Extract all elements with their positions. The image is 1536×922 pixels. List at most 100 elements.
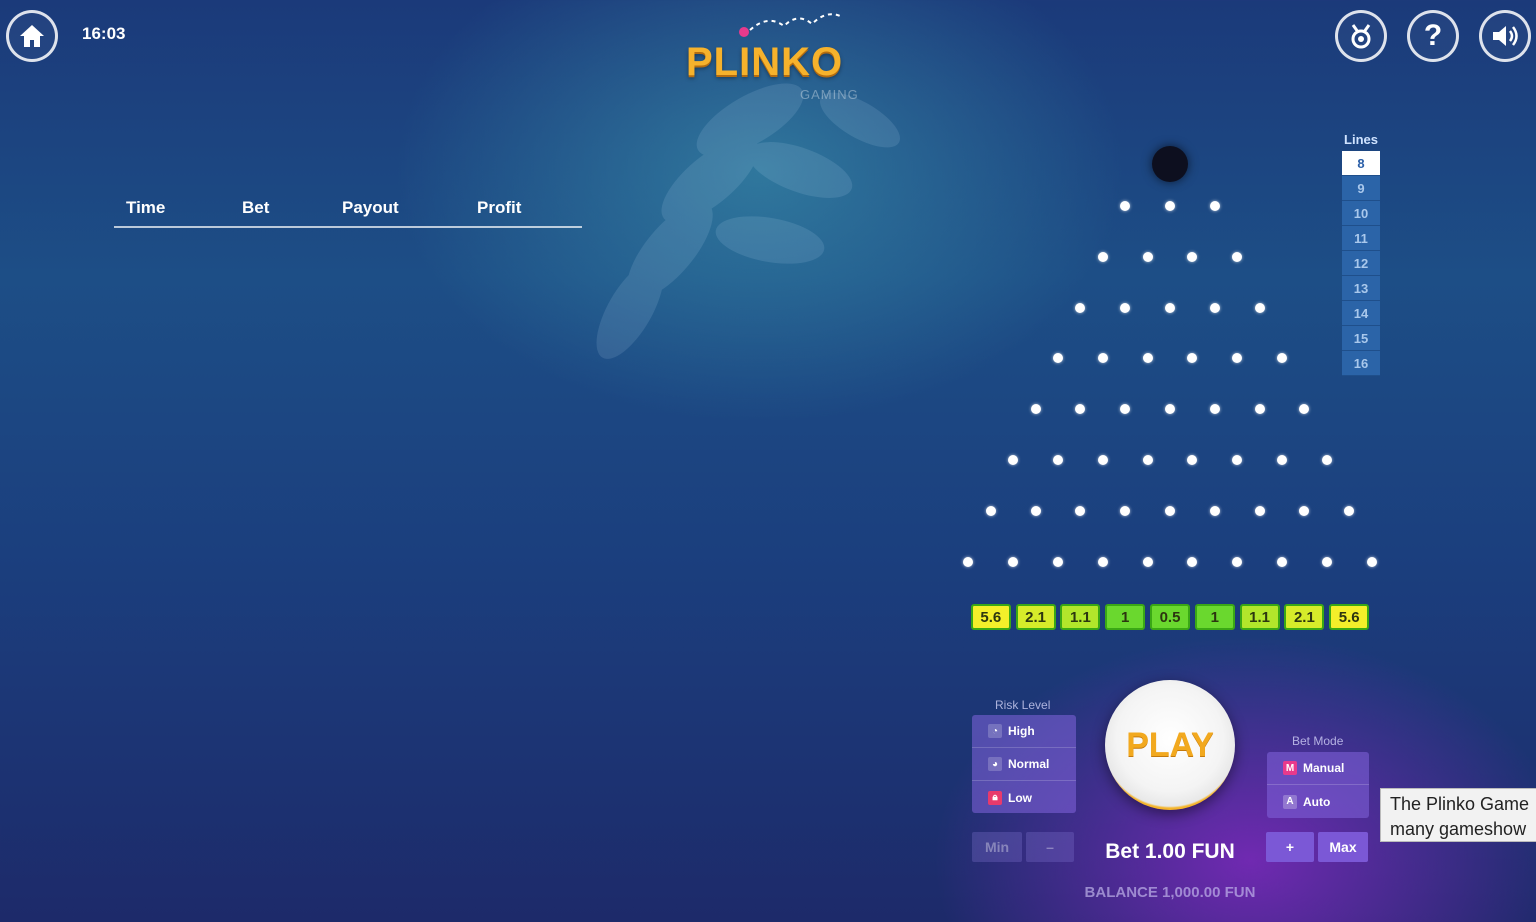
manual-badge-icon: M bbox=[1283, 761, 1297, 775]
gauge-high-icon: ◔ bbox=[988, 724, 1002, 738]
risk-option-label: High bbox=[1008, 724, 1035, 738]
leaderboard-button[interactable] bbox=[1335, 10, 1387, 62]
auto-badge-icon: A bbox=[1283, 794, 1297, 809]
multiplier-slot: 5.6 bbox=[1329, 604, 1370, 630]
peg bbox=[1209, 302, 1220, 313]
gauge-normal-icon: ◕ bbox=[988, 757, 1002, 771]
multiplier-slot: 1.1 bbox=[1060, 604, 1101, 630]
risk-option-high[interactable]: ◔ High bbox=[972, 715, 1076, 748]
peg bbox=[1097, 251, 1108, 262]
tooltip-popup: The Plinko Game many gameshow bbox=[1380, 788, 1536, 842]
bet-mode-label: Auto bbox=[1303, 794, 1331, 809]
peg bbox=[1187, 455, 1198, 465]
peg bbox=[1187, 251, 1198, 262]
peg bbox=[985, 505, 996, 516]
peg bbox=[963, 556, 974, 567]
multiplier-slot: 1.1 bbox=[1239, 604, 1280, 630]
peg bbox=[1254, 505, 1265, 516]
plinko-board: 5.6 2.1 1.1 1 0.5 1 1.1 2.1 5.6 bbox=[960, 140, 1380, 640]
peg bbox=[1277, 556, 1287, 567]
sound-button[interactable] bbox=[1479, 10, 1531, 62]
peg bbox=[1142, 556, 1153, 567]
trophy-icon bbox=[1351, 24, 1371, 49]
logo-subtitle: GAMING bbox=[800, 87, 859, 102]
peg bbox=[1344, 505, 1355, 516]
peg bbox=[1120, 505, 1131, 516]
peg bbox=[1299, 505, 1310, 516]
multiplier-slot: 1 bbox=[1194, 604, 1235, 630]
tooltip-line-2: many gameshow bbox=[1390, 819, 1527, 839]
peg bbox=[1008, 556, 1019, 567]
peg bbox=[1075, 404, 1086, 415]
history-col-profit: Profit bbox=[477, 198, 522, 217]
peg bbox=[1120, 201, 1131, 211]
peg bbox=[1075, 302, 1086, 313]
play-button[interactable]: PLAY bbox=[1105, 680, 1235, 810]
peg bbox=[1254, 404, 1265, 415]
balance-display: BALANCE 1,000.00 FUN bbox=[1084, 884, 1256, 901]
peg bbox=[1097, 556, 1108, 567]
min-bet-button[interactable]: Min bbox=[972, 832, 1022, 862]
peg bbox=[1008, 455, 1019, 465]
peg bbox=[1030, 505, 1041, 516]
help-button[interactable]: ? bbox=[1407, 10, 1459, 62]
peg bbox=[1142, 251, 1153, 262]
multiplier-slot: 5.6 bbox=[970, 604, 1011, 630]
risk-option-label: Low bbox=[1008, 790, 1032, 805]
multiplier-slot: 2.1 bbox=[1015, 604, 1056, 630]
peg bbox=[1299, 404, 1310, 415]
multiplier-slot: 2.1 bbox=[1284, 604, 1325, 630]
sound-icon bbox=[1493, 26, 1518, 46]
clock-time: 16:03 bbox=[82, 24, 126, 43]
peg bbox=[1120, 302, 1131, 313]
bet-mode-manual[interactable]: M Manual bbox=[1267, 752, 1369, 785]
peg bbox=[1142, 455, 1153, 465]
peg bbox=[1075, 505, 1086, 516]
peg bbox=[1142, 353, 1153, 364]
peg bbox=[1277, 353, 1287, 364]
plinko-ball bbox=[1152, 146, 1188, 182]
logo-title: PLINKO bbox=[686, 40, 844, 84]
peg bbox=[1321, 455, 1332, 465]
peg bbox=[1232, 353, 1243, 364]
bet-mode-label: Manual bbox=[1303, 761, 1345, 775]
peg bbox=[1209, 505, 1220, 516]
peg bbox=[1232, 251, 1243, 262]
peg bbox=[1120, 404, 1131, 415]
help-icon: ? bbox=[1423, 19, 1443, 52]
peg bbox=[1232, 556, 1243, 567]
risk-option-low[interactable]: 🔒︎ Low bbox=[972, 781, 1076, 814]
play-label: PLAY bbox=[1126, 725, 1214, 764]
history-col-time: Time bbox=[126, 198, 166, 217]
multiplier-slot: 1 bbox=[1105, 604, 1146, 630]
home-button[interactable] bbox=[6, 10, 58, 62]
bet-mode-title: Bet Mode bbox=[1292, 734, 1344, 748]
peg bbox=[1053, 556, 1063, 567]
plinko-logo: PLINKO GAMING bbox=[680, 10, 900, 110]
risk-option-label: Normal bbox=[1008, 757, 1050, 771]
peg bbox=[1321, 556, 1332, 567]
decrease-bet-button[interactable]: – bbox=[1026, 832, 1074, 862]
peg bbox=[1209, 201, 1220, 211]
peg bbox=[1232, 455, 1243, 465]
home-icon bbox=[20, 25, 44, 47]
peg bbox=[1254, 302, 1265, 313]
peg bbox=[1165, 404, 1175, 415]
max-bet-button[interactable]: Max bbox=[1318, 832, 1368, 862]
risk-level-title: Risk Level bbox=[995, 698, 1051, 712]
bet-mode-panel: M Manual A Auto bbox=[1267, 752, 1369, 818]
peg bbox=[1097, 353, 1108, 364]
risk-option-normal[interactable]: ◕ Normal bbox=[972, 748, 1076, 781]
peg bbox=[1030, 404, 1041, 415]
peg bbox=[1053, 353, 1063, 364]
peg bbox=[1053, 455, 1063, 465]
peg bbox=[1187, 556, 1198, 567]
peg bbox=[1209, 404, 1220, 415]
lock-icon: 🔒︎ bbox=[988, 790, 1002, 805]
peg bbox=[1277, 455, 1287, 465]
increase-bet-button[interactable]: + bbox=[1266, 832, 1314, 862]
peg bbox=[1187, 353, 1198, 364]
multiplier-slot: 0.5 bbox=[1150, 604, 1190, 630]
bet-mode-auto[interactable]: A Auto bbox=[1267, 785, 1369, 818]
bet-history-header: Time Bet Payout Profit bbox=[114, 196, 582, 228]
